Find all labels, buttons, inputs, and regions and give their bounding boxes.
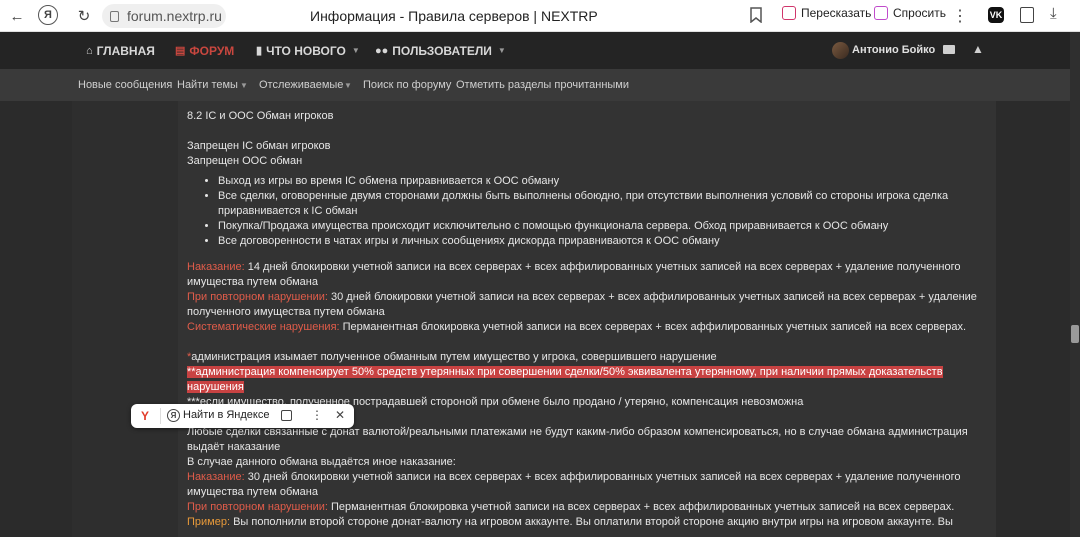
penalty-text: Перманентная блокировка учетной записи н… <box>339 321 967 333</box>
rule-heading: 8.2 IC и OOC Обман игроков <box>187 110 334 122</box>
penalty-text: 30 дней блокировки учетной записи на все… <box>187 471 961 498</box>
yandex-y-icon[interactable]: Y <box>141 409 149 423</box>
popup-divider <box>160 408 161 424</box>
post-body: 8.2 IC и OOC Обман игроков Запрещен IC о… <box>178 101 996 537</box>
post-user-column <box>72 101 178 537</box>
nav-forum-label: ФОРУМ <box>189 43 235 58</box>
penalty-label: Наказание: <box>187 471 245 483</box>
retell-label: Пересказать <box>801 6 872 20</box>
list-item: Покупка/Продажа имущества происходит иск… <box>218 219 977 234</box>
mail-icon[interactable] <box>943 45 955 54</box>
retell-button[interactable]: Пересказать <box>782 6 871 20</box>
nav-whats-new-label: ЧТО НОВОГО <box>266 43 346 58</box>
home-icon: ⌂ <box>86 44 93 57</box>
penalty-label: При повторном нарушении: <box>187 501 328 513</box>
example-text: Вы пополнили второй стороне донат-валюту… <box>230 516 953 528</box>
ask-label: Спросить <box>893 6 946 20</box>
rule-line: Запрещен OOC обман <box>187 155 303 167</box>
right-gutter <box>996 101 1070 537</box>
example-paragraph: Пример: Вы пополнили второй стороне дона… <box>187 515 977 530</box>
yandex-search-icon: Я <box>167 409 180 422</box>
rule-line: Запрещен IC обман игроков <box>187 140 331 152</box>
page-scrollbar[interactable] <box>1070 32 1080 537</box>
chevron-down-icon: ▼ <box>351 46 360 55</box>
bell-icon[interactable]: ▲ <box>972 42 984 56</box>
list-item: Все сделки, оговоренные двумя сторонами … <box>218 189 977 219</box>
download-icon[interactable]: ⤓ <box>1050 5 1057 22</box>
more-vertical-icon[interactable]: ⋮ <box>952 6 968 26</box>
rule-list: Выход из игры во время IC обмена приравн… <box>218 174 977 249</box>
penalty-paragraph: Наказание: 14 дней блокировки учетной за… <box>187 260 977 290</box>
example-label: Пример: <box>187 516 231 528</box>
search-in-yandex-button[interactable]: Найти в Яндексе <box>183 409 269 421</box>
penalty-paragraph: Наказание: 30 дней блокировки учетной за… <box>187 470 977 500</box>
note-line: *администрация изымает полученное обманн… <box>187 350 977 365</box>
nav-forum[interactable]: ▤ ФОРУМ <box>175 32 234 69</box>
list-item: Выход из игры во время IC обмена приравн… <box>218 174 977 189</box>
penalty-label: При повторном нарушении: <box>187 291 328 303</box>
note-text: администрация изымает полученное обманны… <box>191 351 717 363</box>
chevron-down-icon: ▼ <box>497 46 506 55</box>
penalty-text: Перманентная блокировка учетной записи н… <box>327 501 955 513</box>
copy-icon[interactable] <box>281 410 292 421</box>
yandex-selection-popup: Y Я Найти в Яндексе ⋮ ✕ <box>131 404 354 428</box>
penalty-paragraph: При повторном нарушении: Перманентная бл… <box>187 500 977 515</box>
nav-whats-new[interactable]: ▮ ЧТО НОВОГО ▼ <box>256 32 360 69</box>
yandex-icon[interactable]: Я <box>38 5 58 25</box>
ask-icon <box>874 6 888 20</box>
penalty-paragraph: Систематические нарушения: Перманентная … <box>187 320 977 335</box>
lock-icon <box>110 10 119 22</box>
donate-paragraph: В случае данного обмана выдаётся иное на… <box>187 456 456 468</box>
retell-icon <box>782 6 796 20</box>
penalty-text: 14 дней блокировки учетной записи на все… <box>187 261 961 288</box>
forum-sub-nav: Новые сообщения Найти темы ▼ Отслеживаем… <box>0 69 1080 101</box>
subnav-search-forum[interactable]: Поиск по форуму <box>363 79 451 91</box>
subnav-new-posts[interactable]: Новые сообщения <box>78 79 172 91</box>
penalty-label: Систематические нарушения: <box>187 321 340 333</box>
nav-users[interactable]: ●● ПОЛЬЗОВАТЕЛИ ▼ <box>375 32 506 69</box>
browser-toolbar: ← Я ↻ forum.nextrp.ru Информация - Прави… <box>0 0 1080 32</box>
chevron-down-icon: ▼ <box>240 81 248 90</box>
bookmark-icon[interactable] <box>750 7 762 23</box>
subnav-watched[interactable]: Отслеживаемые <box>259 79 343 91</box>
nav-home-label: ГЛАВНАЯ <box>96 43 155 58</box>
nav-home[interactable]: ⌂ ГЛАВНАЯ <box>86 32 155 69</box>
speech-bubble-icon: ▮ <box>256 45 263 57</box>
highlighted-note: **администрация компенсирует 50% средств… <box>187 366 943 393</box>
close-icon[interactable]: ✕ <box>335 408 345 422</box>
url-text: forum.nextrp.ru <box>127 8 222 24</box>
subnav-mark-read[interactable]: Отметить разделы прочитанными <box>456 79 629 91</box>
more-vertical-icon[interactable]: ⋮ <box>311 408 323 422</box>
page-title: Информация - Правила серверов | NEXTRP <box>310 8 598 24</box>
users-icon: ●● <box>375 44 389 57</box>
scrollbar-thumb[interactable] <box>1071 325 1079 343</box>
avatar[interactable] <box>832 42 849 59</box>
ask-button[interactable]: Спросить <box>874 6 946 20</box>
list-item: Все договоренности в чатах игры и личных… <box>218 234 977 249</box>
donate-paragraph: Любые сделки связанные с донат валютой/р… <box>187 426 968 453</box>
user-name[interactable]: Антонио Бойко <box>852 44 935 56</box>
nav-users-label: ПОЛЬЗОВАТЕЛИ <box>392 43 492 58</box>
reload-icon[interactable]: ↻ <box>73 5 95 27</box>
vk-extension-icon[interactable]: VK <box>988 7 1004 23</box>
penalty-paragraph: При повторном нарушении: 30 дней блокиро… <box>187 290 977 320</box>
address-bar[interactable]: forum.nextrp.ru <box>102 4 226 28</box>
forum-icon: ▤ <box>175 45 186 57</box>
collections-icon[interactable] <box>1020 7 1034 23</box>
penalty-label: Наказание: <box>187 261 245 273</box>
note-line: **администрация компенсирует 50% средств… <box>187 365 977 395</box>
subnav-find-threads[interactable]: Найти темы <box>177 79 238 91</box>
back-arrow-icon[interactable]: ← <box>6 5 28 27</box>
chevron-down-icon: ▼ <box>344 81 352 90</box>
